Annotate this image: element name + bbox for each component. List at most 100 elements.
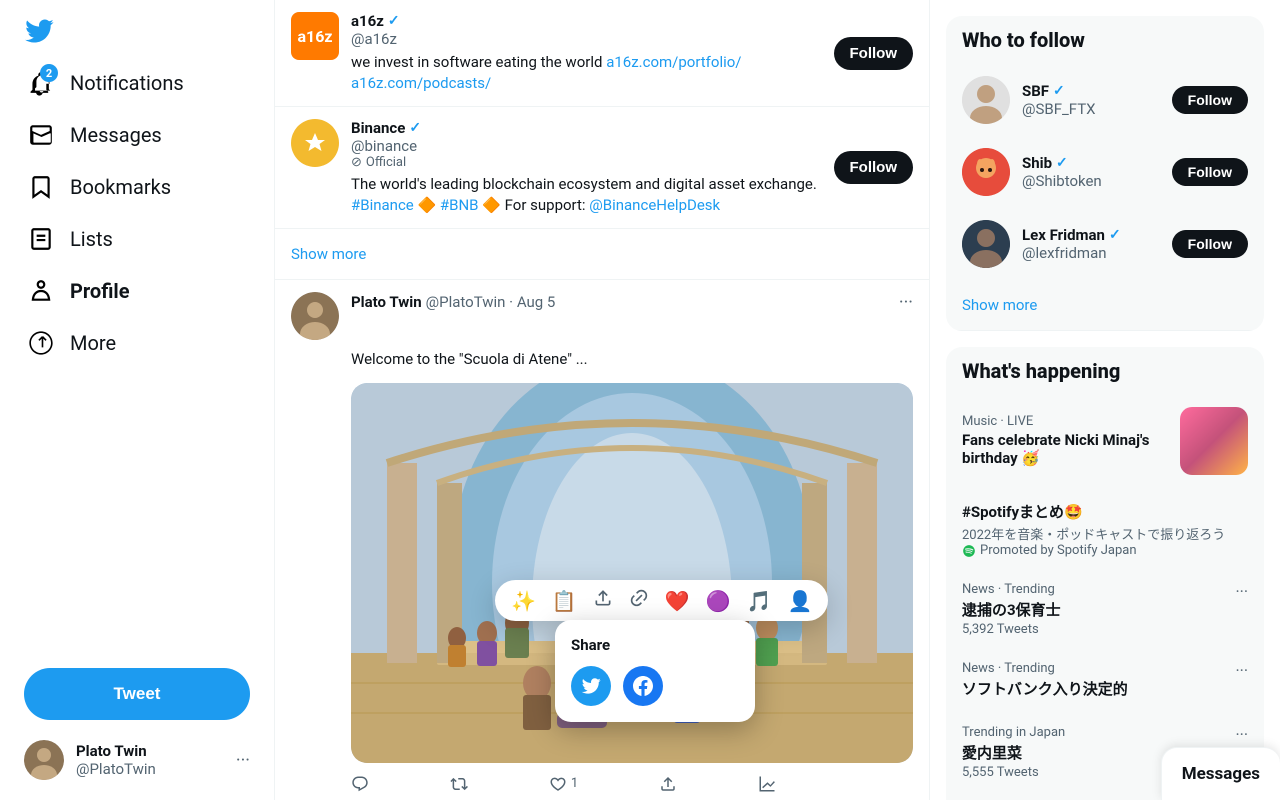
trending-news1-wrapper: News · Trending 逮捕の3保育士 5,392 Tweets ···	[946, 570, 1264, 649]
tweet-button[interactable]: Tweet	[24, 668, 250, 720]
sidebar-item-notifications[interactable]: 2 Notifications	[12, 58, 262, 108]
tweet-text: Welcome to the "Scuola di Atene" ...	[351, 348, 913, 371]
shib-avatar	[962, 148, 1010, 196]
verified-icon: ✓	[388, 13, 400, 29]
a16z-link2[interactable]: a16z.com/podcasts/	[351, 74, 491, 92]
shib-follow-button[interactable]: Follow	[1172, 158, 1248, 186]
avatar	[24, 740, 64, 780]
sidebar-item-bookmarks[interactable]: Bookmarks	[12, 162, 262, 212]
bnb-tag[interactable]: #BNB	[440, 196, 479, 214]
lex-handle: @lexfridman	[1022, 244, 1160, 262]
sbf-name: SBF ✓	[1022, 82, 1160, 100]
binance-tag[interactable]: #Binance	[351, 196, 414, 214]
share-facebook-button[interactable]	[623, 666, 663, 706]
share-twitter-button[interactable]	[571, 666, 611, 706]
a16z-handle: @a16z	[351, 30, 822, 48]
profile-label: Profile	[70, 279, 130, 303]
bookmark-icon	[28, 174, 54, 200]
lex-follow-button[interactable]: Follow	[1172, 230, 1248, 258]
who-to-follow-title: Who to follow	[946, 16, 1264, 64]
sbf-verified-icon: ✓	[1053, 83, 1065, 99]
share-popup: Share	[555, 620, 755, 722]
like-count: 1	[571, 776, 578, 791]
trending-nicki[interactable]: Music · LIVE Fans celebrate Nicki Minaj'…	[946, 395, 1264, 487]
news1-count: 5,392 Tweets	[962, 622, 1248, 637]
a16z-follow-button[interactable]: Follow	[834, 37, 914, 70]
copy-icon[interactable]: 📋	[552, 589, 577, 613]
a16z-info: a16z ✓ @a16z we invest in software eatin…	[351, 12, 822, 94]
reply-action[interactable]	[351, 775, 369, 793]
nicki-image	[1180, 407, 1248, 475]
trending-news1[interactable]: News · Trending 逮捕の3保育士 5,392 Tweets	[946, 570, 1264, 649]
mail-icon	[28, 122, 54, 148]
suggestion-a16z: a16z a16z ✓ @a16z we invest in software …	[275, 0, 929, 107]
add-person-icon[interactable]: 👤	[788, 589, 813, 613]
binance-official: ⊘ Official	[351, 155, 822, 170]
main-feed: a16z a16z ✓ @a16z we invest in software …	[275, 0, 930, 800]
sidebar-nav: 2 Notifications Messages Bookmarks Lists	[12, 58, 262, 652]
suggestion-binance: Binance ✓ @binance ⊘ Official The world'…	[275, 107, 929, 229]
lex-info: Lex Fridman ✓ @lexfridman	[1022, 226, 1160, 262]
follow-item-lex[interactable]: Lex Fridman ✓ @lexfridman Follow	[946, 208, 1264, 280]
heart-icon[interactable]: ❤️	[665, 589, 690, 613]
shib-info: Shib ✓ @Shibtoken	[1022, 154, 1160, 190]
sidebar-user[interactable]: Plato Twin @PlatoTwin ···	[12, 728, 262, 792]
music-icon[interactable]: 🎵	[747, 589, 772, 613]
sidebar-item-more[interactable]: More	[12, 318, 262, 368]
share-icon[interactable]	[593, 588, 613, 613]
news3-more-button[interactable]: ···	[1235, 725, 1248, 744]
news1-more-button[interactable]: ···	[1235, 582, 1248, 601]
retweet-action[interactable]	[450, 775, 468, 793]
user-menu-dots[interactable]: ···	[236, 750, 250, 771]
share-title: Share	[571, 636, 739, 654]
whats-happening-title: What's happening	[946, 347, 1264, 395]
suggestions-show-more[interactable]: Show more	[275, 229, 929, 280]
external-link-icon[interactable]	[629, 588, 649, 613]
follow-item-shib[interactable]: Shib ✓ @Shibtoken Follow	[946, 136, 1264, 208]
a16z-link1[interactable]: a16z.com/portfolio/	[606, 53, 741, 71]
user-display-name: Plato Twin	[76, 742, 224, 760]
spotify-promoted: Promoted by Spotify Japan	[962, 543, 1248, 558]
follow-item-sbf[interactable]: SBF ✓ @SBF_FTX Follow	[946, 64, 1264, 136]
like-action[interactable]: 1	[549, 775, 578, 793]
lex-name: Lex Fridman ✓	[1022, 226, 1160, 244]
binance-support[interactable]: @BinanceHelpDesk	[589, 196, 720, 214]
binance-name: Binance ✓	[351, 119, 822, 137]
shib-handle: @Shibtoken	[1022, 172, 1160, 190]
tweet-more-options[interactable]: ···	[899, 292, 913, 313]
binance-follow-button[interactable]: Follow	[834, 151, 914, 184]
shib-name: Shib ✓	[1022, 154, 1160, 172]
sidebar: 2 Notifications Messages Bookmarks Lists	[0, 0, 275, 800]
trending-news2-wrapper: News · Trending ソフトバンク入り決定的 ···	[946, 649, 1264, 713]
purple-circle-icon[interactable]: 🟣	[706, 589, 731, 613]
tweet-user-info: Plato Twin @PlatoTwin · Aug 5	[351, 292, 887, 311]
twitter-logo	[12, 8, 262, 54]
a16z-avatar: a16z	[291, 12, 339, 60]
news2-title: ソフトバンク入り決定的	[962, 678, 1248, 699]
sbf-follow-button[interactable]: Follow	[1172, 86, 1248, 114]
messages-floating[interactable]: Messages	[1161, 747, 1280, 800]
a16z-name: a16z ✓	[351, 12, 822, 30]
spotify-title: #Spotifyまとめ🤩	[962, 501, 1248, 522]
sparkle-icon[interactable]: ✨	[511, 589, 536, 613]
who-to-follow-section: Who to follow SBF ✓ @SBF_FTX Follow	[946, 16, 1264, 331]
who-to-follow-show-more[interactable]: Show more	[946, 280, 1264, 331]
emoji-toolbar-popup: ✨ 📋 ❤️ 🟣 🎵 👤	[495, 580, 828, 621]
notification-count: 2	[40, 64, 58, 82]
messages-label: Messages	[70, 123, 162, 147]
sidebar-item-messages[interactable]: Messages	[12, 110, 262, 160]
tweet-header: Plato Twin @PlatoTwin · Aug 5 ···	[291, 292, 913, 340]
tweet-avatar	[291, 292, 339, 340]
sidebar-item-profile[interactable]: Profile	[12, 266, 262, 316]
news2-more-button[interactable]: ···	[1235, 661, 1248, 680]
tweet-date: Aug 5	[517, 293, 556, 311]
nicki-title: Fans celebrate Nicki Minaj's birthday 🥳	[962, 431, 1168, 467]
trending-spotify[interactable]: #Spotifyまとめ🤩 2022年を音楽・ポッドキャストで振り返ろう Prom…	[946, 487, 1264, 570]
user-info: Plato Twin @PlatoTwin	[76, 742, 224, 778]
share-action[interactable]	[659, 775, 677, 793]
sidebar-item-lists[interactable]: Lists	[12, 214, 262, 264]
analytics-action[interactable]	[758, 775, 776, 793]
verified-icon: ✓	[409, 120, 421, 136]
trending-news2[interactable]: News · Trending ソフトバンク入り決定的	[946, 649, 1264, 713]
right-sidebar: Who to follow SBF ✓ @SBF_FTX Follow	[930, 0, 1280, 800]
